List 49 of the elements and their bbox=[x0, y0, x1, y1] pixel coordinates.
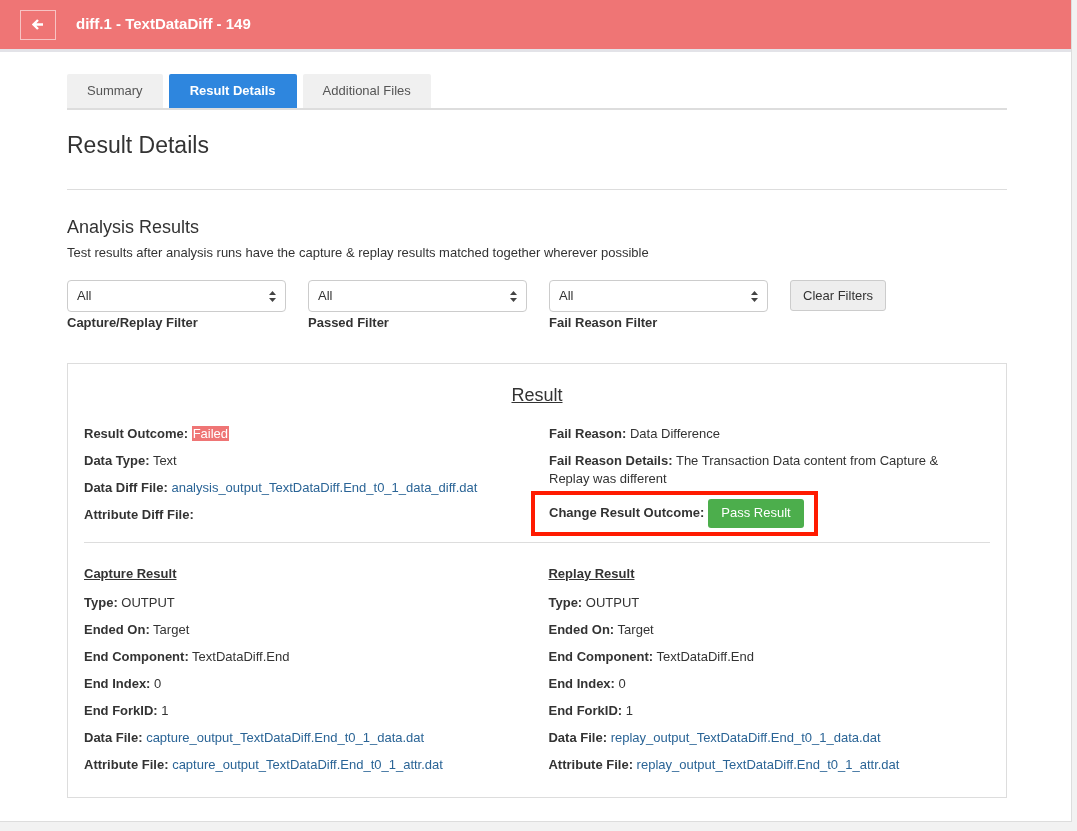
filter-label: Capture/Replay Filter bbox=[67, 314, 199, 332]
filter-label: Passed Filter bbox=[308, 314, 390, 332]
sort-arrows-icon bbox=[269, 290, 276, 302]
subsection-title: Replay Result bbox=[548, 565, 635, 581]
field-text: Type: OUTPUT bbox=[84, 594, 175, 610]
field-text: End Index: 0 bbox=[84, 675, 162, 691]
field-label: Attribute Diff File: bbox=[84, 506, 194, 522]
back-button[interactable] bbox=[20, 9, 56, 40]
page-title: Result Details bbox=[67, 131, 210, 160]
panel-title: Result bbox=[511, 383, 563, 407]
tab[interactable]: Summary bbox=[67, 74, 163, 108]
field-text: Ended On: Target bbox=[548, 621, 654, 637]
field-label: Data File: bbox=[548, 729, 607, 745]
file-link[interactable]: analysis_output_TextDataDiff.End_t0_1_data_diff.dat bbox=[171, 479, 478, 495]
filter-select[interactable]: All bbox=[308, 280, 527, 312]
field-text: Type: OUTPUT bbox=[548, 594, 640, 610]
field-label: Data Diff File: bbox=[84, 479, 168, 495]
field-text: End Component: TextDataDiff.End bbox=[548, 648, 754, 664]
field-text: Ended On: Target bbox=[84, 621, 190, 637]
file-link[interactable]: capture_output_TextDataDiff.End_t0_1_attr.dat bbox=[172, 756, 443, 772]
field-label: Change Result Outcome: bbox=[549, 504, 705, 523]
file-link[interactable]: replay_output_TextDataDiff.End_t0_1_attr.dat bbox=[636, 756, 900, 772]
field-text: End Component: TextDataDiff.End bbox=[84, 648, 290, 664]
field-text: Data Type: Text bbox=[84, 452, 177, 468]
clear-filters-button[interactable]: Clear Filters bbox=[790, 280, 887, 311]
field-text: End ForkID: 1 bbox=[548, 702, 633, 718]
tab[interactable]: Result Details bbox=[168, 74, 297, 108]
file-link[interactable]: replay_output_TextDataDiff.End_t0_1_data.dat bbox=[610, 729, 881, 745]
section-title: Analysis Results bbox=[67, 215, 201, 239]
sort-arrows-icon bbox=[751, 290, 758, 302]
subsection-title: Capture Result bbox=[84, 565, 177, 581]
field-text: Fail Reason Details: The Transaction Data content from Capture & Replay was different bbox=[549, 452, 939, 486]
field-text: End ForkID: 1 bbox=[84, 702, 169, 718]
field-text: Fail Reason: Data Difference bbox=[549, 425, 720, 441]
tab[interactable]: Additional Files bbox=[302, 74, 431, 108]
filter-select[interactable]: All bbox=[67, 280, 286, 312]
file-link[interactable]: capture_output_TextDataDiff.End_t0_1_data.dat bbox=[146, 729, 425, 745]
field-label: Result Outcome: bbox=[84, 425, 188, 441]
sort-arrows-icon bbox=[510, 290, 517, 302]
field-label: Data File: bbox=[84, 729, 143, 745]
field-label: Attribute File: bbox=[84, 756, 169, 772]
filter-select[interactable]: All bbox=[549, 280, 768, 312]
filter-label: Fail Reason Filter bbox=[549, 314, 659, 332]
back-arrow-icon bbox=[32, 19, 44, 30]
section-description: Test results after analysis runs have the capture & replay results matched together wherever possible bbox=[67, 243, 650, 262]
page-header-title: diff.1 - TextDataDiff - 149 bbox=[76, 14, 251, 35]
outcome-badge: Failed bbox=[191, 425, 230, 441]
field-label: Attribute File: bbox=[548, 756, 633, 772]
field-text: End Index: 0 bbox=[548, 675, 626, 691]
